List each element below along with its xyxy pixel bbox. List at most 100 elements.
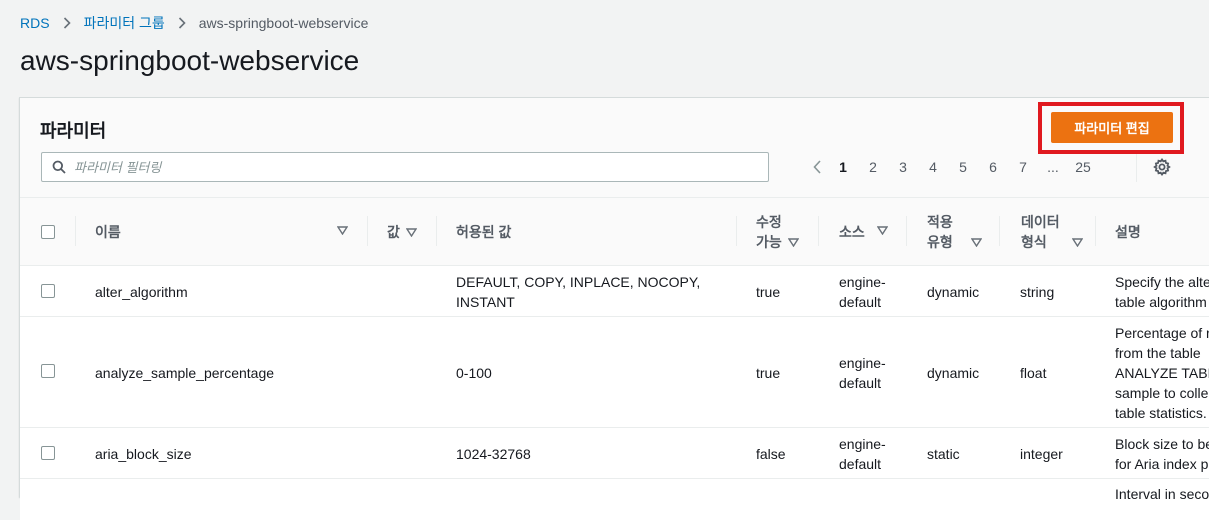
row-checkbox[interactable] bbox=[41, 364, 55, 378]
page-25[interactable]: 25 bbox=[1068, 159, 1098, 175]
allowed-values: DEFAULT, COPY, INPLACE, NOCOPY, INSTANT bbox=[456, 272, 700, 312]
modifiable-value: false bbox=[756, 446, 786, 462]
description-line2: table algorithm bbox=[1115, 294, 1207, 310]
source-line2: default bbox=[839, 456, 882, 472]
breadcrumb-parameter-groups-link[interactable]: 파라미터 그룹 bbox=[84, 13, 165, 33]
description-line2: for Aria index p bbox=[1115, 456, 1209, 472]
search-input[interactable] bbox=[74, 159, 724, 175]
source-value: engine- default bbox=[839, 434, 886, 474]
column-divider bbox=[75, 216, 76, 246]
allowed-values-line2: INSTANT bbox=[456, 294, 515, 310]
description-line1: Block size to be bbox=[1115, 436, 1209, 452]
source-value: engine- default bbox=[839, 353, 886, 393]
parameter-name: aria_block_size bbox=[95, 446, 192, 462]
page-7[interactable]: 7 bbox=[1008, 159, 1038, 175]
column-header-name-label: 이름 bbox=[95, 224, 121, 240]
breadcrumb-current: aws-springboot-webservice bbox=[198, 15, 369, 31]
panel-title: 파라미터 bbox=[40, 121, 107, 141]
page-4[interactable]: 4 bbox=[918, 159, 948, 175]
column-header-apply-type[interactable]: 적용 유형 bbox=[927, 212, 982, 252]
column-header-allowed-values: 허용된 값 bbox=[456, 222, 511, 242]
settings-icon[interactable] bbox=[1153, 158, 1171, 176]
panel-header: 파라미터 파라미터 편집 1 2 3 4 5 6 7 ... 25 bbox=[20, 98, 1209, 198]
table-header: 이름 값 허용된 값 수정 가능 소스 적용 유형 데이터 형식 설명 bbox=[20, 198, 1209, 266]
source-line1: engine- bbox=[839, 436, 886, 452]
column-header-apply-line2: 유형 bbox=[927, 234, 953, 250]
data-type-value: string bbox=[1020, 284, 1055, 300]
column-header-apply-line1: 적용 bbox=[927, 214, 953, 230]
source-line2: default bbox=[839, 375, 882, 391]
parameters-panel: 파라미터 파라미터 편집 1 2 3 4 5 6 7 ... 25 bbox=[19, 97, 1209, 520]
column-header-data-type[interactable]: 데이터 형식 bbox=[1021, 212, 1083, 252]
chevron-right-icon bbox=[178, 17, 186, 29]
column-divider bbox=[906, 216, 907, 246]
page-6[interactable]: 6 bbox=[978, 159, 1008, 175]
page-title: aws-springboot-webservice bbox=[20, 45, 360, 76]
sort-triangle-icon bbox=[787, 238, 799, 247]
breadcrumb-rds-link[interactable]: RDS bbox=[20, 15, 50, 31]
description-line5: table statistics. bbox=[1115, 405, 1207, 421]
description-line4: sample to colle bbox=[1115, 385, 1209, 401]
data-type-value: integer bbox=[1020, 446, 1063, 462]
description-line1: Percentage of r bbox=[1115, 325, 1209, 341]
table-row[interactable]: alter_algorithm DEFAULT, COPY, INPLACE, … bbox=[20, 267, 1209, 317]
sort-triangle-icon[interactable] bbox=[877, 226, 888, 235]
apply-type-value: static bbox=[927, 446, 960, 462]
column-divider bbox=[436, 216, 437, 246]
edit-parameters-button[interactable]: 파라미터 편집 bbox=[1051, 112, 1173, 143]
page-1[interactable]: 1 bbox=[828, 159, 858, 175]
allowed-values: 1024-32768 bbox=[456, 446, 531, 462]
table-row[interactable]: Interval in seco bbox=[20, 480, 1209, 520]
chevron-left-icon[interactable] bbox=[806, 160, 828, 174]
table-row[interactable]: analyze_sample_percentage 0-100 true eng… bbox=[20, 318, 1209, 428]
column-header-name[interactable]: 이름 bbox=[95, 222, 121, 242]
column-header-modifiable-line2: 가능 bbox=[756, 234, 782, 250]
pagination: 1 2 3 4 5 6 7 ... 25 bbox=[806, 154, 1098, 180]
allowed-values-line1: DEFAULT, COPY, INPLACE, NOCOPY, bbox=[456, 274, 701, 290]
page-3[interactable]: 3 bbox=[888, 159, 918, 175]
column-header-value[interactable]: 값 bbox=[387, 222, 417, 242]
sort-triangle-icon bbox=[1071, 238, 1083, 247]
column-header-description-label: 설명 bbox=[1115, 224, 1141, 240]
column-header-allowed-label: 허용된 값 bbox=[456, 224, 512, 240]
parameter-filter-search[interactable] bbox=[41, 152, 769, 182]
column-divider bbox=[999, 216, 1000, 246]
allowed-values: 0-100 bbox=[456, 365, 492, 381]
column-header-source[interactable]: 소스 bbox=[839, 222, 865, 242]
apply-type-value: dynamic bbox=[927, 284, 980, 300]
description-line3: ANALYZE TABL bbox=[1115, 365, 1209, 381]
page-5[interactable]: 5 bbox=[948, 159, 978, 175]
table-row[interactable]: aria_block_size 1024-32768 false engine-… bbox=[20, 429, 1209, 479]
modifiable-value: true bbox=[756, 365, 781, 381]
source-line1: engine- bbox=[839, 355, 886, 371]
column-divider bbox=[1095, 216, 1096, 246]
page-2[interactable]: 2 bbox=[858, 159, 888, 175]
column-divider bbox=[818, 216, 819, 246]
data-type-value: float bbox=[1020, 365, 1047, 381]
column-divider bbox=[367, 216, 368, 246]
search-icon bbox=[52, 160, 66, 174]
select-all-checkbox[interactable] bbox=[41, 225, 55, 239]
breadcrumb: RDS 파라미터 그룹 aws-springboot-webservice bbox=[20, 13, 368, 33]
sort-triangle-icon bbox=[405, 227, 417, 237]
column-header-data-line2: 형식 bbox=[1021, 234, 1047, 250]
sort-triangle-icon[interactable] bbox=[337, 226, 348, 235]
description-line2: from the table bbox=[1115, 345, 1201, 361]
sort-triangle-icon bbox=[970, 238, 982, 247]
modifiable-value: true bbox=[756, 284, 781, 300]
source-value: engine- default bbox=[839, 272, 886, 312]
column-header-modifiable-line1: 수정 bbox=[756, 214, 782, 230]
description: Interval in seco bbox=[1115, 486, 1209, 502]
column-header-modifiable[interactable]: 수정 가능 bbox=[756, 212, 799, 252]
row-checkbox[interactable] bbox=[41, 284, 55, 298]
source-line1: engine- bbox=[839, 274, 886, 290]
row-checkbox[interactable] bbox=[41, 446, 55, 460]
apply-type-value: dynamic bbox=[927, 365, 980, 381]
chevron-right-icon bbox=[63, 17, 71, 29]
divider bbox=[1136, 154, 1137, 182]
column-header-value-label: 값 bbox=[387, 224, 400, 240]
parameter-name: alter_algorithm bbox=[95, 284, 188, 300]
column-divider bbox=[736, 216, 737, 246]
source-line2: default bbox=[839, 294, 882, 310]
description: Percentage of r from the table ANALYZE T… bbox=[1115, 323, 1209, 423]
